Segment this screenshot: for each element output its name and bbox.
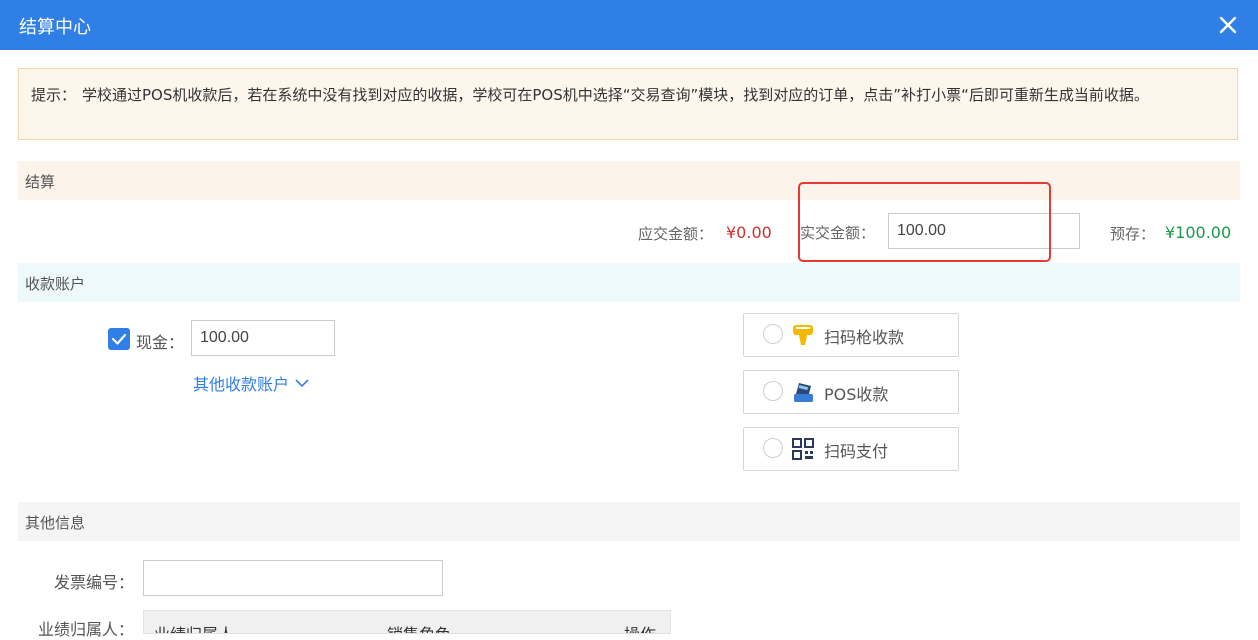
- pay-method-pos[interactable]: POS收款: [743, 370, 959, 414]
- account-section-title: 收款账户: [25, 275, 86, 293]
- qr-code-icon: [792, 438, 814, 460]
- dialog-title-bar: 结算中心: [0, 0, 1258, 50]
- cash-checkbox[interactable]: [108, 328, 130, 350]
- settle-section-title: 结算: [25, 173, 56, 191]
- notice-box: 提示： 学校通过POS机收款后，若在系统中没有找到对应的收据，学校可在POS机中…: [18, 68, 1238, 140]
- table-header-owner: 业绩归属人: [154, 621, 234, 633]
- notice-label: 提示：: [31, 86, 77, 104]
- performance-label: 业绩归属人：: [38, 620, 135, 639]
- cash-amount-input[interactable]: [191, 320, 335, 356]
- other-section-title: 其他信息: [25, 514, 86, 532]
- close-icon[interactable]: [1216, 13, 1240, 37]
- prepaid-value: ¥100.00: [1165, 223, 1232, 242]
- performance-table-header: 业绩归属人 销售角色 操作: [143, 610, 671, 634]
- due-amount-label: 应交金额：: [638, 225, 714, 243]
- pay-method-label: 扫码枪收款: [824, 328, 905, 347]
- pay-method-label: 扫码支付: [824, 442, 889, 461]
- radio-button[interactable]: [763, 324, 783, 344]
- table-header-action: 操作: [624, 621, 656, 633]
- highlight-box: [798, 182, 1051, 262]
- radio-button[interactable]: [763, 438, 783, 458]
- radio-button[interactable]: [763, 381, 783, 401]
- pos-card-icon: [794, 383, 813, 402]
- chevron-down-icon: [295, 379, 309, 388]
- table-header-role: 销售角色: [387, 621, 451, 633]
- pay-method-qr[interactable]: 扫码支付: [743, 427, 959, 471]
- notice-text: 学校通过POS机收款后，若在系统中没有找到对应的收据，学校可在POS机中选择“交…: [82, 86, 1149, 104]
- dialog-title: 结算中心: [19, 17, 91, 38]
- prepaid-label: 预存：: [1110, 225, 1156, 243]
- due-amount-value: ¥0.00: [726, 223, 772, 242]
- cash-label: 现金：: [136, 333, 185, 352]
- invoice-number-input[interactable]: [143, 560, 443, 596]
- account-section-header: 收款账户: [18, 263, 1240, 302]
- invoice-label: 发票编号：: [54, 573, 135, 592]
- check-icon: [111, 333, 127, 345]
- other-section-header: 其他信息: [18, 502, 1240, 541]
- pay-method-scanner-gun[interactable]: 扫码枪收款: [743, 313, 959, 357]
- pay-method-label: POS收款: [824, 385, 889, 404]
- other-accounts-toggle[interactable]: 其他收款账户: [193, 371, 309, 395]
- scanner-gun-icon: [793, 325, 813, 345]
- settle-section-header: 结算: [18, 161, 1240, 200]
- other-accounts-label: 其他收款账户: [193, 375, 290, 394]
